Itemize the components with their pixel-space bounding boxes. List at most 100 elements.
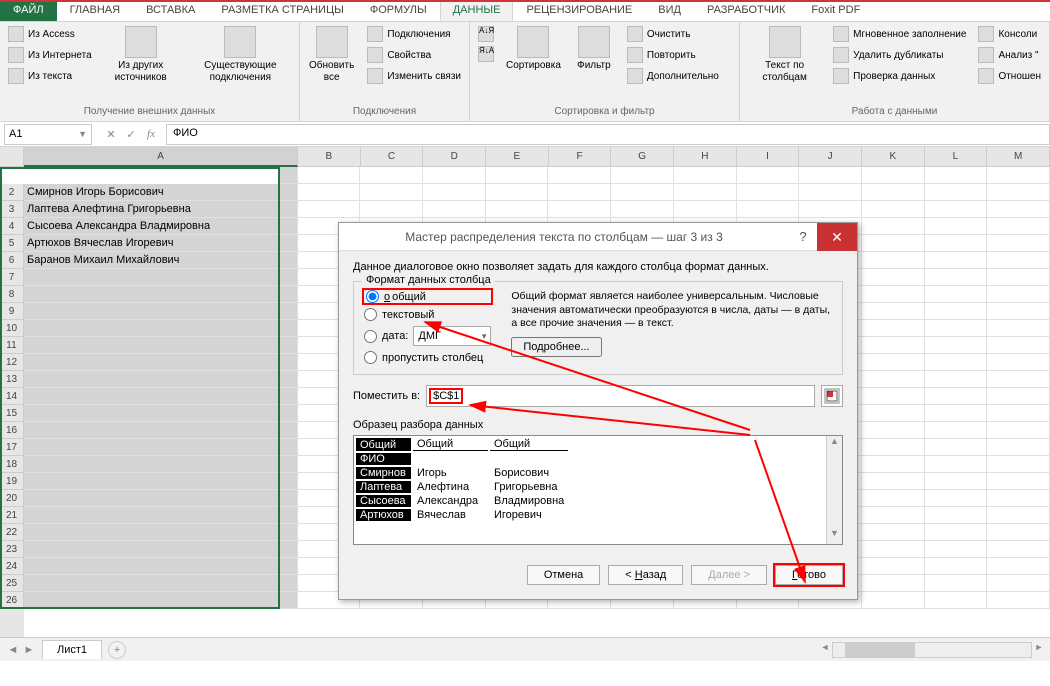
cell[interactable]: Сысоева Александра Владмировна: [24, 218, 298, 235]
cell[interactable]: [611, 201, 674, 218]
cell[interactable]: [548, 184, 611, 201]
formula-input[interactable]: ФИО: [166, 124, 1050, 145]
cell[interactable]: [862, 388, 925, 405]
col-header[interactable]: J: [799, 147, 862, 167]
cell[interactable]: [737, 167, 800, 184]
cell[interactable]: [925, 558, 988, 575]
hscroll-left-icon[interactable]: ◄: [818, 642, 832, 658]
existing-connections-button[interactable]: Существующие подключения: [186, 24, 295, 86]
cell[interactable]: [737, 201, 800, 218]
cell[interactable]: [862, 592, 925, 609]
cell[interactable]: [423, 201, 486, 218]
scroll-down-icon[interactable]: ▼: [827, 528, 842, 544]
cell[interactable]: [24, 524, 298, 541]
cell[interactable]: [674, 167, 737, 184]
cell[interactable]: [987, 252, 1050, 269]
col-header[interactable]: E: [486, 147, 549, 167]
cell[interactable]: [987, 303, 1050, 320]
cell[interactable]: [24, 507, 298, 524]
cell[interactable]: [611, 167, 674, 184]
cell[interactable]: [987, 286, 1050, 303]
cell[interactable]: [862, 524, 925, 541]
sheet-nav-last-icon[interactable]: ►: [22, 644, 36, 656]
cell[interactable]: [486, 167, 549, 184]
col-header[interactable]: C: [361, 147, 424, 167]
row-header[interactable]: 21: [0, 507, 24, 524]
cell[interactable]: [24, 473, 298, 490]
cell[interactable]: [862, 201, 925, 218]
cell[interactable]: [987, 575, 1050, 592]
cell[interactable]: [925, 167, 988, 184]
cell[interactable]: [799, 184, 862, 201]
cancel-formula-icon[interactable]: ✕: [102, 128, 120, 141]
cell[interactable]: [987, 490, 1050, 507]
cell[interactable]: [987, 524, 1050, 541]
cell[interactable]: [925, 524, 988, 541]
cell[interactable]: Артюхов Вячеслав Игоревич: [24, 235, 298, 252]
cell[interactable]: [925, 422, 988, 439]
radio-date[interactable]: дата: ДМГ▾: [364, 326, 491, 346]
col-header[interactable]: L: [925, 147, 988, 167]
cell[interactable]: Лаптева Алефтина Григорьевна: [24, 201, 298, 218]
cell[interactable]: [987, 592, 1050, 609]
row-header[interactable]: 10: [0, 320, 24, 337]
filter-button[interactable]: Фильтр: [569, 24, 619, 74]
enter-formula-icon[interactable]: ✓: [122, 128, 140, 141]
cancel-button[interactable]: Отмена: [527, 565, 600, 585]
row-header[interactable]: 19: [0, 473, 24, 490]
sort-button[interactable]: Сортировка: [502, 24, 565, 74]
range-selector-button[interactable]: [821, 385, 843, 407]
reapply-button[interactable]: Повторить: [623, 45, 723, 65]
radio-text[interactable]: текстовый: [364, 308, 491, 321]
cell[interactable]: [611, 184, 674, 201]
date-format-select[interactable]: ДМГ▾: [413, 326, 491, 346]
finish-button[interactable]: Готово: [775, 565, 843, 585]
row-header[interactable]: 24: [0, 558, 24, 575]
cell[interactable]: [862, 286, 925, 303]
cell[interactable]: [24, 422, 298, 439]
cell[interactable]: [987, 320, 1050, 337]
cell[interactable]: [925, 218, 988, 235]
cell[interactable]: [24, 286, 298, 303]
cell[interactable]: [862, 456, 925, 473]
hscroll-right-icon[interactable]: ►: [1032, 642, 1046, 658]
cell[interactable]: [987, 388, 1050, 405]
cell[interactable]: [360, 184, 423, 201]
cell[interactable]: [24, 439, 298, 456]
row-header[interactable]: 2: [0, 184, 24, 201]
cell[interactable]: [862, 541, 925, 558]
row-header[interactable]: 3: [0, 201, 24, 218]
remove-duplicates-button[interactable]: Удалить дубликаты: [829, 45, 970, 65]
fx-icon[interactable]: fx: [142, 128, 160, 141]
cell[interactable]: [987, 541, 1050, 558]
cell[interactable]: [925, 473, 988, 490]
row-header[interactable]: 23: [0, 541, 24, 558]
row-header[interactable]: 13: [0, 371, 24, 388]
relationships-button[interactable]: Отношен: [974, 66, 1045, 86]
row-header[interactable]: 26: [0, 592, 24, 609]
cell[interactable]: [737, 184, 800, 201]
cell[interactable]: [24, 558, 298, 575]
cell[interactable]: Смирнов Игорь Борисович: [24, 184, 298, 201]
chevron-down-icon[interactable]: ▼: [78, 129, 87, 139]
cell[interactable]: [862, 320, 925, 337]
cell[interactable]: [24, 354, 298, 371]
row-header[interactable]: 11: [0, 337, 24, 354]
cell[interactable]: [925, 269, 988, 286]
dialog-close-button[interactable]: ✕: [817, 223, 857, 251]
cell[interactable]: [987, 269, 1050, 286]
tab-home[interactable]: ГЛАВНАЯ: [57, 0, 133, 21]
cell[interactable]: [423, 184, 486, 201]
col-header[interactable]: A: [24, 147, 298, 167]
cell[interactable]: [298, 167, 361, 184]
sort-desc-button[interactable]: Я↓А: [474, 44, 498, 64]
cell[interactable]: [987, 439, 1050, 456]
tab-data[interactable]: ДАННЫЕ: [440, 0, 514, 21]
row-header[interactable]: 9: [0, 303, 24, 320]
scroll-up-icon[interactable]: ▲: [827, 436, 842, 452]
cell[interactable]: [548, 201, 611, 218]
consolidate-button[interactable]: Консоли: [974, 24, 1045, 44]
text-to-columns-button[interactable]: Текст по столбцам: [744, 24, 825, 86]
row-header[interactable]: 14: [0, 388, 24, 405]
clear-filter-button[interactable]: Очистить: [623, 24, 723, 44]
